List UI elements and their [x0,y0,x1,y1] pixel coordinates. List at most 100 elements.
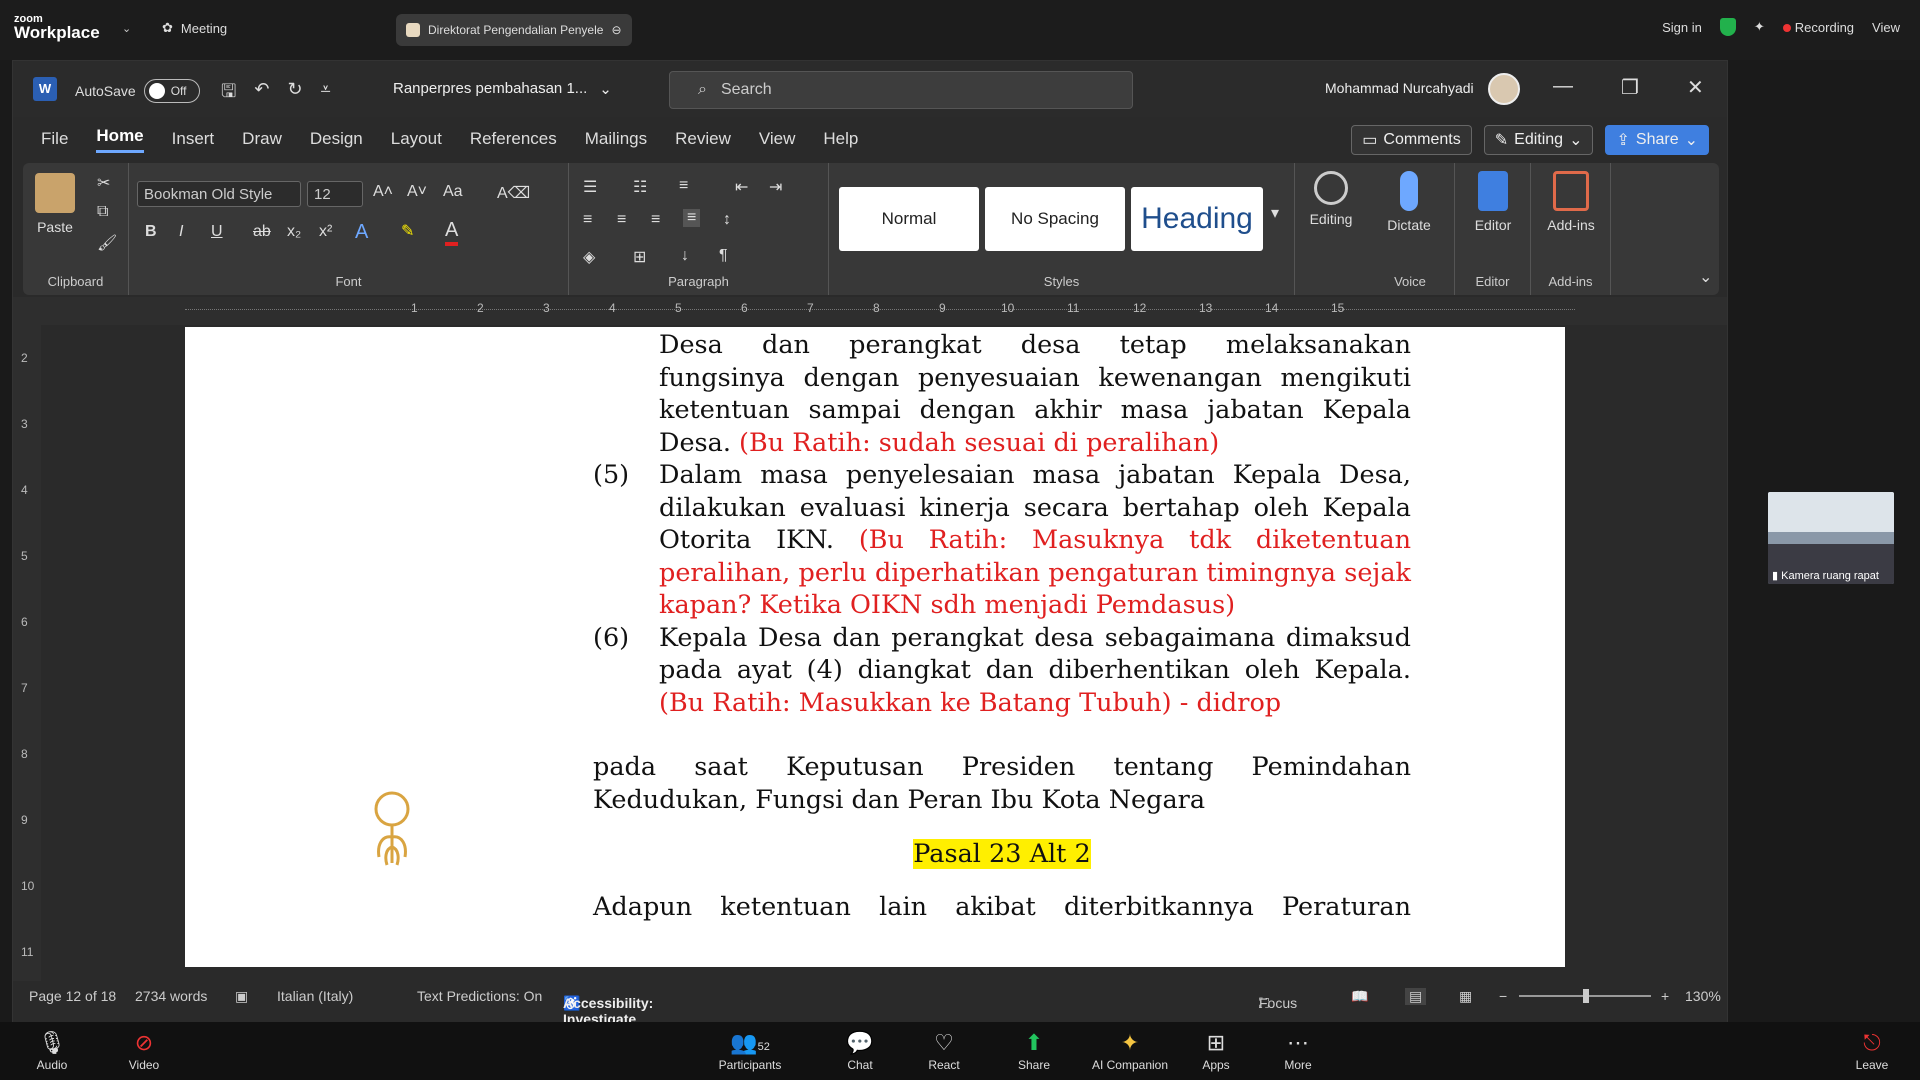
comments-button[interactable]: ▭ Comments [1351,125,1472,155]
zoom-out-icon[interactable]: − [1499,988,1507,1004]
search-box[interactable]: ⌕ Search [669,71,1133,109]
page-count[interactable]: Page 12 of 18 [29,988,116,1004]
chevron-down-icon[interactable]: ⌄ [122,22,131,35]
multilevel-list-icon[interactable]: ≡ [679,177,688,195]
text-effects-icon[interactable]: A [355,221,368,244]
audio-button[interactable]: 🎙 Audio [12,1030,92,1072]
align-right-icon[interactable]: ≡ [651,211,660,229]
redo-icon[interactable]: ↻ [287,79,302,109]
view-button[interactable]: View [1872,20,1900,35]
video-button[interactable]: ⊘ Video [104,1030,184,1072]
tab-references[interactable]: References [470,129,557,149]
borders-icon[interactable]: ⊞ [633,247,646,267]
editor-button[interactable]: Editor [1463,171,1523,233]
zoom-in-icon[interactable]: + [1661,988,1669,1004]
tab-review[interactable]: Review [675,129,731,149]
restore-icon[interactable]: ❐ [1621,75,1639,100]
zoom-level[interactable]: 130% [1685,988,1721,1004]
shrink-font-icon[interactable]: A˅ [407,183,427,201]
document-page[interactable]: Desa dan perangkat desa tetap melaksanak… [185,327,1565,967]
leave-button[interactable]: ⎋ Leave [1832,1030,1912,1072]
camera-thumbnail[interactable]: ▮ Kamera ruang rapat [1768,492,1894,584]
tab-layout[interactable]: Layout [391,129,442,149]
share-button[interactable]: ⇪ Share ⌄ [1605,125,1709,155]
editing-mode-button[interactable]: ✎ Editing ⌄ [1483,125,1594,155]
justify-icon[interactable]: ≡ [683,209,701,227]
tab-view[interactable]: View [759,129,796,149]
underline-icon[interactable]: U [211,223,223,241]
font-size-select[interactable]: 12 [307,181,363,207]
sign-in-button[interactable]: Sign in [1662,20,1702,35]
tab-home[interactable]: Home [96,126,144,153]
dictate-button[interactable]: Dictate [1379,171,1439,233]
copy-icon[interactable]: ⧉ [97,203,108,221]
text-predictions[interactable]: Text Predictions: On [417,988,542,1004]
tab-file[interactable]: File [41,129,68,149]
numbering-icon[interactable]: ☷ [633,177,647,197]
shield-icon[interactable] [1719,18,1736,36]
tab-design[interactable]: Design [310,129,363,149]
style-heading[interactable]: Heading [1131,187,1263,251]
chat-button[interactable]: 💬 Chat [820,1030,900,1072]
collapse-ribbon-icon[interactable]: ⌄ [1699,267,1712,287]
style-no-spacing[interactable]: No Spacing [985,187,1125,251]
format-painter-icon[interactable]: 🖌 [97,233,117,253]
print-layout-icon[interactable]: ▤ [1405,988,1427,1005]
clear-formatting-icon[interactable]: A⌫ [497,183,530,203]
shading-icon[interactable]: ◈ [583,247,595,267]
zoom-slider-thumb[interactable] [1583,989,1589,1003]
styles-more-icon[interactable]: ▾ [1271,203,1279,223]
document-title[interactable]: Ranperpres pembahasan 1... ⌄ [393,80,612,98]
tab-help[interactable]: Help [823,129,858,149]
italic-icon[interactable]: I [179,223,183,241]
show-marks-icon[interactable]: ¶ [719,247,728,265]
word-count[interactable]: 2734 words [135,988,207,1004]
undo-icon[interactable]: ↶ [254,79,269,109]
share-screen-button[interactable]: ⬆ Share [994,1030,1074,1072]
increase-indent-icon[interactable]: ⇥ [769,177,782,197]
style-normal[interactable]: Normal [839,187,979,251]
save-icon[interactable]: 🖫 [221,79,236,109]
bold-icon[interactable]: B [145,223,157,241]
sparkle-icon[interactable]: ✦ [1754,19,1765,35]
participants-button[interactable]: 👥52 Participants [710,1030,790,1072]
sort-icon[interactable]: ↓ [681,247,689,265]
editing-button[interactable]: Editing [1301,171,1361,227]
align-center-icon[interactable]: ≡ [617,211,626,229]
tab-draw[interactable]: Draw [242,129,282,149]
vertical-ruler[interactable]: 2 3 4 5 6 7 8 9 10 11 [13,325,41,981]
highlight-icon[interactable]: ✎ [401,221,414,241]
horizontal-ruler[interactable]: 1 2 3 4 5 6 7 8 9 10 11 12 13 14 15 [13,297,1727,325]
customize-icon[interactable]: ⩡ [321,79,331,109]
ai-companion-button[interactable]: ✦ AI Companion [1090,1030,1170,1072]
addins-button[interactable]: Add-ins [1539,171,1603,233]
subscript-icon[interactable]: x₂ [287,223,301,241]
decrease-indent-icon[interactable]: ⇤ [735,177,748,197]
autosave-toggle[interactable]: Off [143,79,200,103]
close-icon[interactable]: ✕ [1687,75,1704,100]
more-icon[interactable]: ⊖ [611,23,621,37]
paste-button[interactable]: Paste [35,173,75,235]
recording-indicator[interactable]: Recording [1782,20,1854,35]
bullets-icon[interactable]: ☰ [583,177,597,197]
language[interactable]: Italian (Italy) [277,988,353,1004]
strikethrough-icon[interactable]: ab [253,223,271,241]
minimize-icon[interactable]: — [1553,75,1573,100]
cut-icon[interactable]: ✂ [97,173,110,193]
read-mode-icon[interactable]: 📖 [1351,988,1368,1005]
change-case-icon[interactable]: Aa [443,183,463,201]
shared-screen-tab[interactable]: Direktorat Pengendalian Penyele ⊖ [396,14,632,46]
tab-mailings[interactable]: Mailings [585,129,647,149]
proofing-icon[interactable]: ▣ [235,988,248,1005]
grow-font-icon[interactable]: A˄ [373,183,393,201]
avatar[interactable] [1488,73,1520,105]
web-layout-icon[interactable]: ▦ [1459,988,1472,1005]
line-spacing-icon[interactable]: ↕ [723,211,731,229]
font-name-select[interactable]: Bookman Old Style [137,181,301,207]
align-left-icon[interactable]: ≡ [583,211,592,229]
meeting-button[interactable]: ✿ Meeting [162,20,227,36]
apps-button[interactable]: ⊞ Apps [1176,1030,1256,1072]
more-button[interactable]: ⋯ More [1258,1030,1338,1072]
tab-insert[interactable]: Insert [172,129,215,149]
superscript-icon[interactable]: x² [319,223,332,241]
